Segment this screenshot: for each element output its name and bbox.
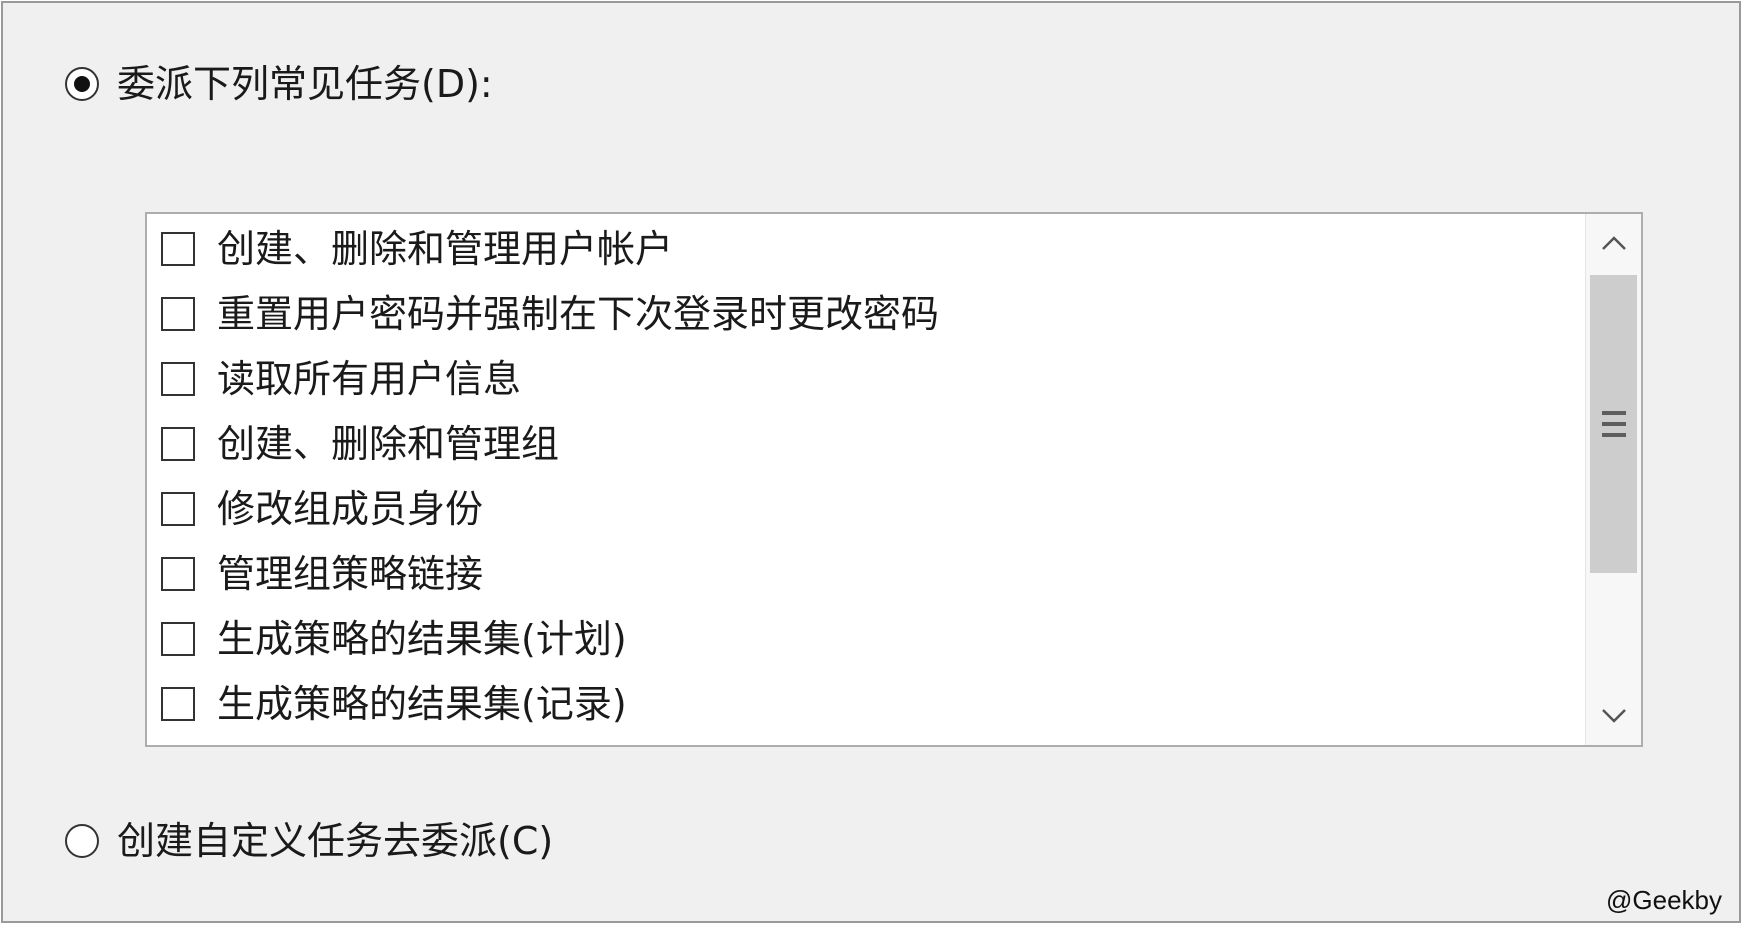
task-label: 管理组策略链接 [217,551,484,596]
task-checkbox[interactable] [161,491,195,526]
task-item-reset-passwords[interactable]: 重置用户密码并强制在下次登录时更改密码 [161,281,1583,346]
task-label: 重置用户密码并强制在下次登录时更改密码 [217,291,940,336]
watermark: @Geekby [1606,885,1722,915]
task-item-rsop-logging[interactable]: 生成策略的结果集(记录) [161,671,1583,736]
task-label: 创建、删除和管理组 [217,421,560,466]
custom-task-option[interactable]: 创建自定义任务去委派(C) [65,811,553,871]
task-items: 创建、删除和管理用户帐户 重置用户密码并强制在下次登录时更改密码 读取所有用户信… [161,216,1583,736]
task-label: 生成策略的结果集(计划) [217,616,627,661]
grip-icon [1601,411,1626,437]
task-checkbox[interactable] [161,361,195,396]
task-item-manage-gpo-links[interactable]: 管理组策略链接 [161,541,1583,606]
task-checkbox[interactable] [161,426,195,461]
common-tasks-list[interactable]: 创建、删除和管理用户帐户 重置用户密码并强制在下次登录时更改密码 读取所有用户信… [145,212,1643,747]
chevron-down-icon [1601,709,1626,723]
delegate-common-tasks-label: 委派下列常见任务(D): [117,62,493,106]
task-checkbox[interactable] [161,686,195,721]
chevron-up-icon [1601,236,1626,250]
task-checkbox[interactable] [161,556,195,591]
task-item-rsop-planning[interactable]: 生成策略的结果集(计划) [161,606,1583,671]
task-item-manage-groups[interactable]: 创建、删除和管理组 [161,411,1583,476]
task-checkbox[interactable] [161,621,195,656]
delegate-common-tasks-option[interactable]: 委派下列常见任务(D): [65,54,493,114]
task-checkbox[interactable] [161,296,195,331]
custom-task-label: 创建自定义任务去委派(C) [117,819,554,863]
task-item-read-user-info[interactable]: 读取所有用户信息 [161,346,1583,411]
list-scrollbar[interactable] [1585,214,1641,745]
task-checkbox[interactable] [161,231,195,266]
delegation-dialog: 委派下列常见任务(D): 创建、删除和管理用户帐户 重置用户密码并强制在下次登录… [1,1,1741,923]
task-item-manage-user-accounts[interactable]: 创建、删除和管理用户帐户 [161,216,1583,281]
scroll-down-button[interactable] [1586,687,1641,745]
scroll-thumb[interactable] [1590,275,1637,573]
custom-task-radio[interactable] [65,824,99,858]
task-label: 修改组成员身份 [217,486,484,531]
delegate-common-tasks-radio[interactable] [65,67,99,101]
task-item-modify-group-membership[interactable]: 修改组成员身份 [161,476,1583,541]
scroll-up-button[interactable] [1586,214,1641,272]
task-label: 生成策略的结果集(记录) [217,681,627,726]
task-label: 创建、删除和管理用户帐户 [217,226,674,271]
task-label: 读取所有用户信息 [217,356,522,401]
